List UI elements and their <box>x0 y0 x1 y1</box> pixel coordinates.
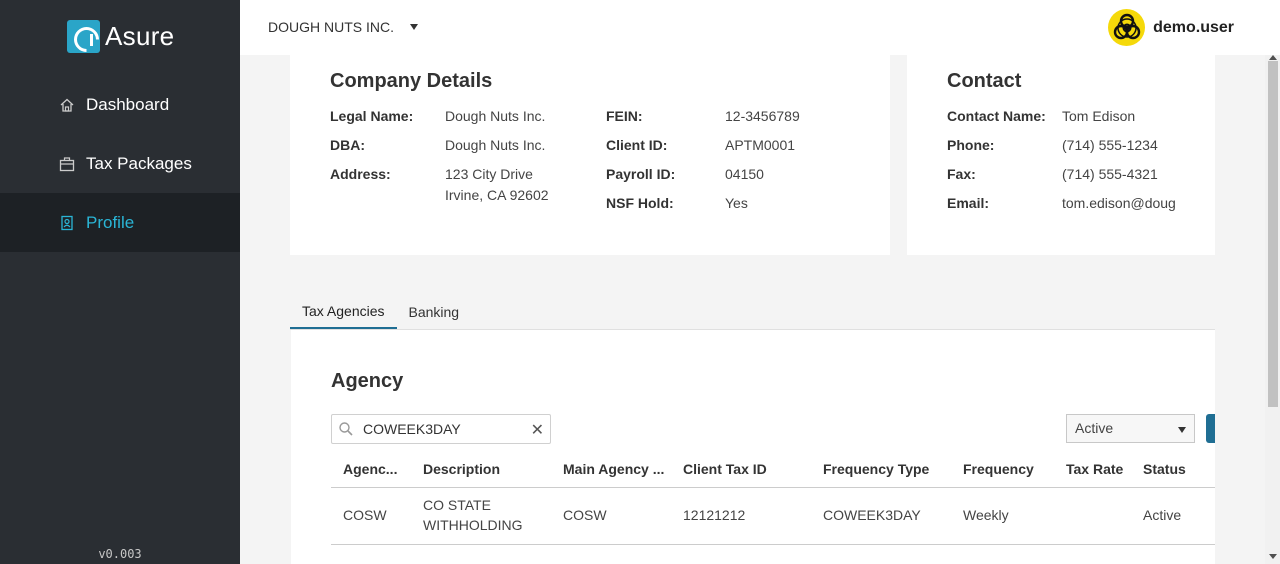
cell-status: Active <box>1143 507 1182 523</box>
agency-panel: Agency ✕ Active Agenc... Description Mai… <box>291 330 1215 564</box>
phone-value: (714) 555-1234 <box>1062 137 1158 153</box>
scroll-down-icon[interactable] <box>1269 554 1277 559</box>
cell-main-agency: COSW <box>563 507 607 523</box>
address-line2: Irvine, CA 92602 <box>445 187 549 203</box>
contact-title: Contact <box>947 70 1022 92</box>
page-scrollbar[interactable] <box>1265 55 1280 564</box>
column-header-agency[interactable]: Agenc... <box>343 461 397 477</box>
cell-frequency: Weekly <box>963 507 1009 523</box>
status-filter-select[interactable]: Active <box>1066 414 1195 443</box>
sidebar-item-label: Tax Packages <box>86 153 192 173</box>
clear-icon[interactable]: ✕ <box>531 420 544 440</box>
nsf-hold-label: NSF Hold: <box>606 195 674 211</box>
column-header-frequency-type[interactable]: Frequency Type <box>823 461 929 477</box>
briefcase-icon <box>59 156 75 171</box>
status-filter-value: Active <box>1075 420 1114 436</box>
dba-label: DBA: <box>330 137 365 153</box>
chevron-down-icon <box>410 24 418 30</box>
asure-logo-icon <box>67 20 100 53</box>
sidebar-nav: Dashboard Tax Packages Profile <box>0 75 240 252</box>
column-header-main-agency[interactable]: Main Agency ... <box>563 461 664 477</box>
fax-label: Fax: <box>947 166 976 182</box>
column-header-client-tax-id[interactable]: Client Tax ID <box>683 461 767 477</box>
profile-tabs: Tax Agencies Banking <box>290 297 471 330</box>
profile-icon <box>61 215 73 230</box>
sidebar-item-label: Profile <box>86 212 135 232</box>
contact-name-value: Tom Edison <box>1062 108 1136 124</box>
add-agency-button[interactable] <box>1206 414 1215 443</box>
client-id-value: APTM0001 <box>725 137 796 153</box>
cell-client-tax-id: 12121212 <box>683 507 746 523</box>
scroll-up-icon[interactable] <box>1269 55 1277 60</box>
agency-search: ✕ <box>331 414 551 444</box>
email-label: Email: <box>947 195 990 211</box>
user-name: demo.user <box>1153 18 1234 36</box>
cell-description-line2: WITHHOLDING <box>423 517 523 533</box>
cell-description-line1: CO STATE <box>423 497 491 513</box>
cell-frequency-type: COWEEK3DAY <box>823 507 921 523</box>
legal-name-value: Dough Nuts Inc. <box>445 108 546 124</box>
fein-label: FEIN: <box>606 108 643 124</box>
fein-value: 12-3456789 <box>725 108 800 124</box>
sidebar-item-profile[interactable]: Profile <box>0 193 240 252</box>
email-value: tom.edison@doug <box>1062 195 1176 211</box>
company-name: DOUGH NUTS INC. <box>268 19 394 35</box>
client-id-label: Client ID: <box>606 137 668 153</box>
agency-search-input[interactable] <box>363 421 523 437</box>
sidebar-item-label: Dashboard <box>86 94 170 114</box>
home-icon <box>60 98 74 112</box>
nsf-hold-value: Yes <box>725 195 748 211</box>
address-line1: 123 City Drive <box>445 166 533 182</box>
user-menu[interactable]: demo.user <box>1108 9 1234 46</box>
sidebar-item-tax-packages[interactable]: Tax Packages <box>0 134 240 193</box>
payroll-id-value: 04150 <box>725 166 764 182</box>
logo-text: Asure <box>105 21 175 51</box>
asure-logo[interactable]: Asure <box>67 20 174 53</box>
dba-value: Dough Nuts Inc. <box>445 137 546 153</box>
tab-banking[interactable]: Banking <box>397 297 472 330</box>
table-header: Agenc... Description Main Agency ... Cli… <box>331 452 1215 488</box>
avatar <box>1108 9 1146 46</box>
agency-table: Agenc... Description Main Agency ... Cli… <box>331 452 1215 545</box>
company-selector[interactable]: DOUGH NUTS INC. <box>268 19 418 35</box>
payroll-id-label: Payroll ID: <box>606 166 676 182</box>
column-header-description[interactable]: Description <box>423 461 500 477</box>
search-icon <box>339 422 353 436</box>
contact-name-label: Contact Name: <box>947 108 1046 124</box>
version-label: v0.003 <box>98 547 142 561</box>
table-row[interactable]: COSW CO STATE WITHHOLDING COSW 12121212 … <box>331 488 1215 545</box>
address-label: Address: <box>330 166 391 182</box>
column-header-status[interactable]: Status <box>1143 461 1186 477</box>
column-header-frequency[interactable]: Frequency <box>963 461 1034 477</box>
company-details-card: Company Details Legal Name: Dough Nuts I… <box>290 55 890 255</box>
contact-card: Contact Contact Name: Tom Edison Phone: … <box>907 55 1215 255</box>
company-details-title: Company Details <box>330 70 493 92</box>
scrollbar-thumb[interactable] <box>1268 61 1278 407</box>
column-header-tax-rate[interactable]: Tax Rate <box>1066 461 1123 477</box>
phone-label: Phone: <box>947 137 995 153</box>
fax-value: (714) 555-4321 <box>1062 166 1158 182</box>
sidebar-item-dashboard[interactable]: Dashboard <box>0 75 240 134</box>
tab-tax-agencies[interactable]: Tax Agencies <box>290 297 397 330</box>
cell-agency: COSW <box>343 507 387 523</box>
legal-name-label: Legal Name: <box>330 108 414 124</box>
chevron-down-icon <box>1178 427 1186 433</box>
agency-title: Agency <box>331 370 404 392</box>
biohazard-icon <box>1113 13 1140 39</box>
top-bar: DOUGH NUTS INC. demo.user <box>240 0 1280 55</box>
sidebar: Asure Dashboard Tax Packages Profile v0.… <box>0 0 240 564</box>
